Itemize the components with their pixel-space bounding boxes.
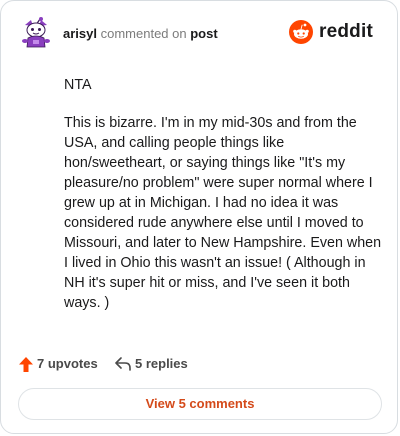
post-link[interactable]: post [190,26,217,41]
reply-arrow-icon [115,357,131,371]
upvotes-count: 7 upvotes [37,356,98,371]
replies-count: 5 replies [135,356,188,371]
comment-body: NTA This is bizarre. I'm in my mid-30s a… [64,75,384,331]
upvote-arrow-icon [19,357,33,372]
snoo-avatar-icon [22,17,50,48]
reddit-brand[interactable]: reddit [289,20,381,44]
comment-header: arisyl commented on post reddit [19,16,381,52]
embedded-comment-card: arisyl commented on post reddit NTA This… [0,0,398,434]
commented-on-label: commented on [100,26,187,41]
view-comments-button[interactable]: View 5 comments [18,388,382,420]
reddit-logo-icon [289,20,313,44]
user-avatar[interactable] [19,16,53,50]
username-link[interactable]: arisyl [63,26,97,41]
reddit-wordmark: reddit [319,21,373,42]
comment-paragraph: NTA [64,77,92,93]
comment-meta: arisyl commented on post [63,26,218,42]
comment-paragraph: This is bizarre. I'm in my mid-30s and f… [64,115,382,311]
